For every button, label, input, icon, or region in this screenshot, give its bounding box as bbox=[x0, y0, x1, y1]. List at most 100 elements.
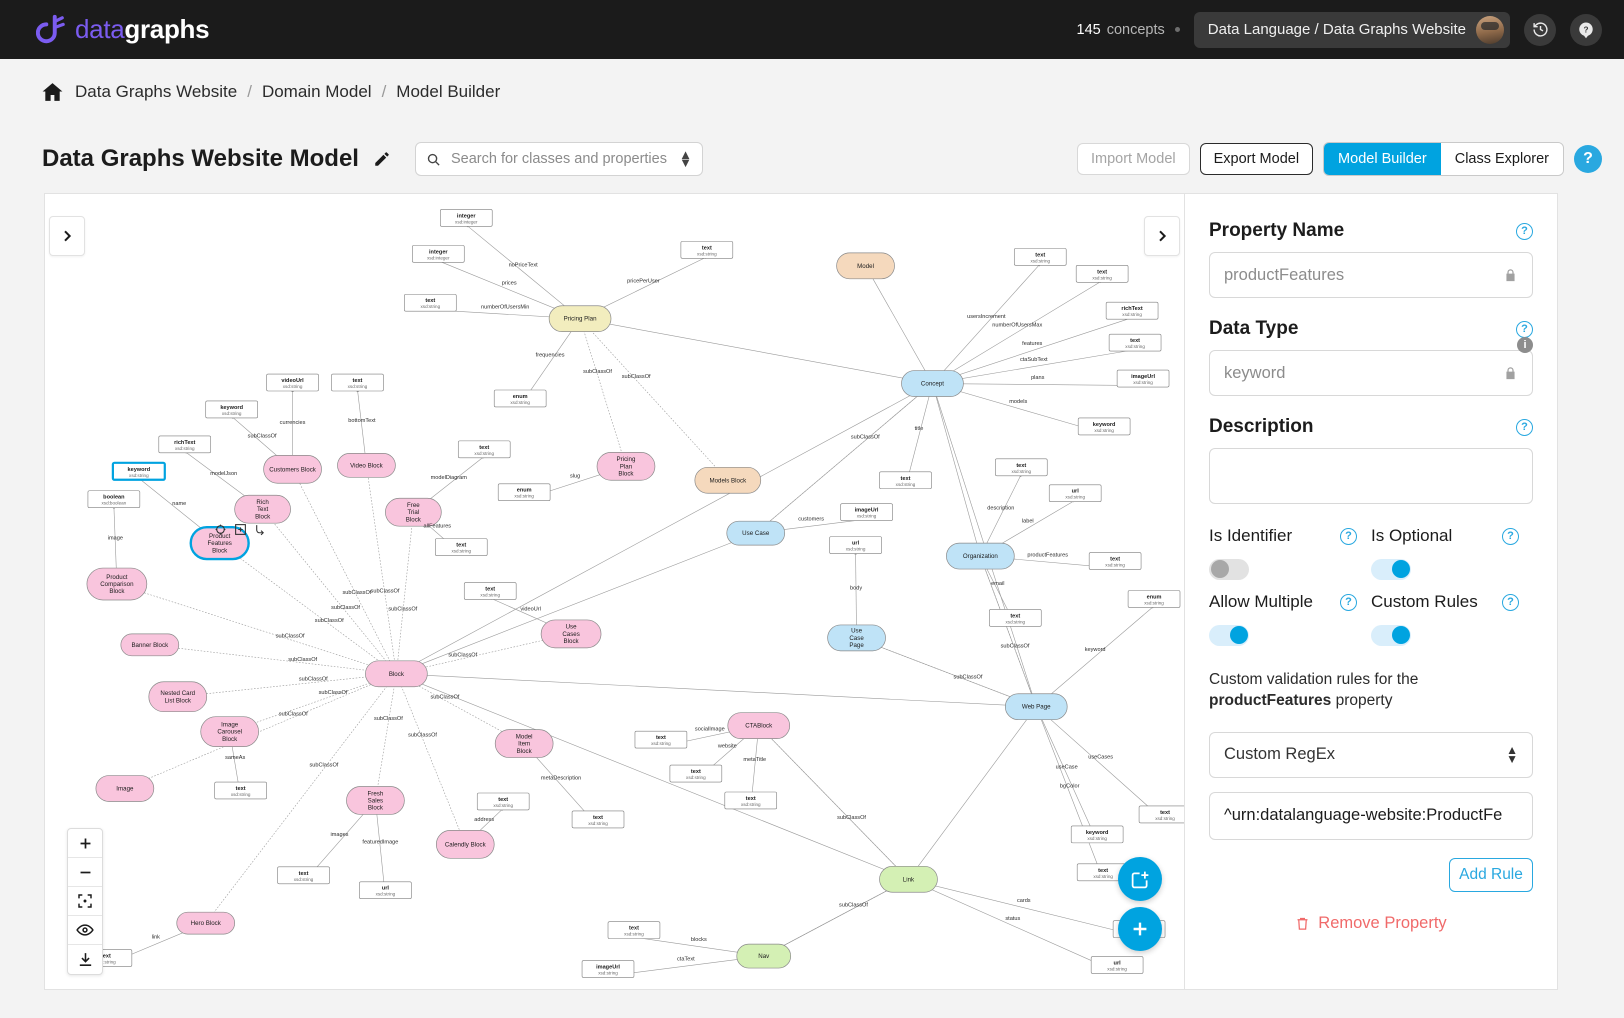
svg-text:Product: Product bbox=[106, 574, 128, 581]
is-optional-toggle[interactable] bbox=[1371, 558, 1411, 580]
svg-text:slug: slug bbox=[570, 473, 580, 479]
svg-text:Customers Block: Customers Block bbox=[269, 466, 317, 473]
svg-text:usersIncrement: usersIncrement bbox=[967, 314, 1006, 320]
data-type-label-row: Data Type ? bbox=[1209, 318, 1533, 340]
data-type-field[interactable]: i keyword bbox=[1209, 337, 1533, 396]
link-arrow-icon[interactable] bbox=[253, 522, 268, 537]
svg-text:xsd:string: xsd:string bbox=[896, 482, 916, 487]
history-button[interactable] bbox=[1524, 13, 1556, 46]
add-fab[interactable] bbox=[1118, 907, 1162, 951]
property-name-field[interactable]: productFeatures bbox=[1209, 252, 1533, 298]
canvas-zoom-controls bbox=[67, 828, 103, 975]
svg-text:xsd:string: xsd:string bbox=[421, 304, 441, 309]
project-selector[interactable]: Data Language / Data Graphs Website bbox=[1193, 11, 1510, 48]
avatar[interactable] bbox=[1476, 15, 1504, 44]
svg-text:Block: Block bbox=[389, 671, 405, 678]
svg-text:subClassOf: subClassOf bbox=[299, 677, 328, 683]
rule-type-select[interactable]: Custom RegEx ▲ ▼ bbox=[1209, 731, 1533, 778]
svg-text:ctaSubText: ctaSubText bbox=[1020, 357, 1048, 363]
status-dot bbox=[1174, 27, 1180, 32]
custom-rules-toggle[interactable] bbox=[1371, 624, 1411, 646]
svg-text:xsd:string: xsd:string bbox=[222, 411, 242, 416]
svg-text:xsd:string: xsd:string bbox=[1144, 600, 1164, 605]
target-icon[interactable] bbox=[213, 522, 228, 537]
toggle-visibility-button[interactable] bbox=[68, 916, 102, 945]
svg-text:subClassOf: subClassOf bbox=[431, 694, 460, 700]
tab-class-explorer[interactable]: Class Explorer bbox=[1440, 143, 1563, 175]
svg-text:xsd:string: xsd:string bbox=[294, 877, 314, 882]
svg-text:xsd:string: xsd:string bbox=[283, 384, 303, 389]
svg-text:Pricing: Pricing bbox=[617, 456, 636, 463]
info-icon[interactable]: i bbox=[1517, 337, 1533, 353]
tab-model-builder[interactable]: Model Builder bbox=[1324, 143, 1441, 175]
expand-plus-icon[interactable] bbox=[233, 522, 248, 537]
breadcrumb-item-0[interactable]: Data Graphs Website bbox=[75, 82, 237, 102]
remove-property-button[interactable]: Remove Property bbox=[1209, 914, 1533, 933]
graph-canvas[interactable]: integer xsd:integer integer xsd:integer text… bbox=[44, 193, 1185, 990]
is-optional-label: Is Optional bbox=[1371, 526, 1453, 545]
svg-text:xsd:string: xsd:string bbox=[514, 494, 534, 499]
description-help-icon[interactable]: ? bbox=[1516, 418, 1533, 436]
rule-regex-input[interactable]: ^urn:datalanguage-website:ProductFe bbox=[1209, 791, 1533, 840]
svg-text:Cases: Cases bbox=[562, 631, 580, 638]
svg-text:xsd:integer: xsd:integer bbox=[427, 255, 450, 260]
data-type-help-icon[interactable]: ? bbox=[1516, 320, 1533, 338]
is-identifier-toggle[interactable] bbox=[1209, 558, 1249, 580]
is-identifier-help-icon[interactable]: ? bbox=[1340, 527, 1357, 545]
data-type-label: Data Type bbox=[1209, 318, 1299, 339]
help-button[interactable]: ? bbox=[1570, 13, 1602, 46]
allow-multiple-help-icon[interactable]: ? bbox=[1340, 593, 1357, 611]
svg-text:Use: Use bbox=[566, 624, 578, 631]
svg-text:xsd:string: xsd:string bbox=[451, 549, 471, 554]
svg-text:description: description bbox=[987, 506, 1014, 512]
pencil-edit-icon[interactable] bbox=[373, 150, 391, 168]
property-name-help-icon[interactable]: ? bbox=[1516, 222, 1533, 240]
svg-text:subClassOf: subClassOf bbox=[288, 657, 317, 663]
allow-multiple-toggle[interactable] bbox=[1209, 624, 1249, 646]
svg-text:status: status bbox=[1005, 916, 1020, 922]
add-rule-button[interactable]: Add Rule bbox=[1449, 857, 1533, 892]
svg-text:xsd:string: xsd:string bbox=[231, 792, 251, 797]
fit-to-screen-button[interactable] bbox=[68, 887, 102, 916]
breadcrumb-item-2[interactable]: Model Builder bbox=[396, 82, 500, 102]
breadcrumb-item-1[interactable]: Domain Model bbox=[262, 82, 372, 102]
svg-text:pricePerUser: pricePerUser bbox=[627, 278, 660, 284]
collapse-left-panel-button[interactable] bbox=[49, 216, 85, 256]
search-input[interactable] bbox=[448, 150, 672, 168]
logo-text-data: data bbox=[75, 14, 125, 44]
zoom-out-button[interactable] bbox=[68, 858, 102, 887]
svg-text:subClassOf: subClassOf bbox=[319, 690, 348, 696]
description-textarea[interactable] bbox=[1209, 448, 1533, 504]
svg-text:Use: Use bbox=[851, 628, 863, 635]
svg-text:xsd:integer: xsd:integer bbox=[455, 219, 478, 224]
export-model-button[interactable]: Export Model bbox=[1199, 143, 1314, 175]
logo-text-graphs: graphs bbox=[124, 14, 210, 44]
chevron-updown-icon: ▲ ▼ bbox=[1506, 742, 1518, 766]
custom-rules-label-row: Custom Rules ? bbox=[1371, 592, 1533, 612]
svg-text:subClassOf: subClassOf bbox=[374, 716, 403, 722]
project-name: Data Language / Data Graphs Website bbox=[1207, 21, 1466, 38]
import-model-button[interactable]: Import Model bbox=[1076, 143, 1190, 175]
center-focus-icon bbox=[78, 894, 92, 908]
page-help-button[interactable]: ? bbox=[1574, 145, 1602, 173]
svg-text:xsd:string: xsd:string bbox=[376, 892, 396, 897]
svg-text:Pricing Plan: Pricing Plan bbox=[564, 316, 598, 323]
model-graph[interactable]: integerxsd:integerintegerxsd:integertext… bbox=[45, 194, 1184, 989]
is-optional-help-icon[interactable]: ? bbox=[1502, 527, 1519, 545]
svg-text:Web Page: Web Page bbox=[1022, 704, 1051, 711]
svg-text:xsd:string: xsd:string bbox=[846, 547, 866, 552]
custom-rules-help-icon[interactable]: ? bbox=[1502, 593, 1519, 611]
sort-updown-icon[interactable]: ▲ ▼ bbox=[679, 148, 692, 169]
app-logo[interactable]: datagraphs bbox=[36, 14, 210, 46]
add-class-fab[interactable] bbox=[1118, 857, 1162, 901]
search-box[interactable]: ▲▼ bbox=[414, 142, 703, 176]
home-icon[interactable] bbox=[40, 80, 65, 105]
zoom-in-button[interactable] bbox=[68, 829, 102, 858]
svg-text:xsd:string: xsd:string bbox=[474, 451, 494, 456]
main-area: integer xsd:integer integer xsd:integer text… bbox=[0, 193, 1624, 1018]
svg-text:Block: Block bbox=[212, 547, 228, 554]
download-button[interactable] bbox=[68, 945, 102, 974]
collapse-right-panel-button[interactable] bbox=[1144, 216, 1180, 256]
svg-text:xsd:string: xsd:string bbox=[1155, 816, 1175, 821]
svg-text:keyword: keyword bbox=[1085, 647, 1106, 653]
